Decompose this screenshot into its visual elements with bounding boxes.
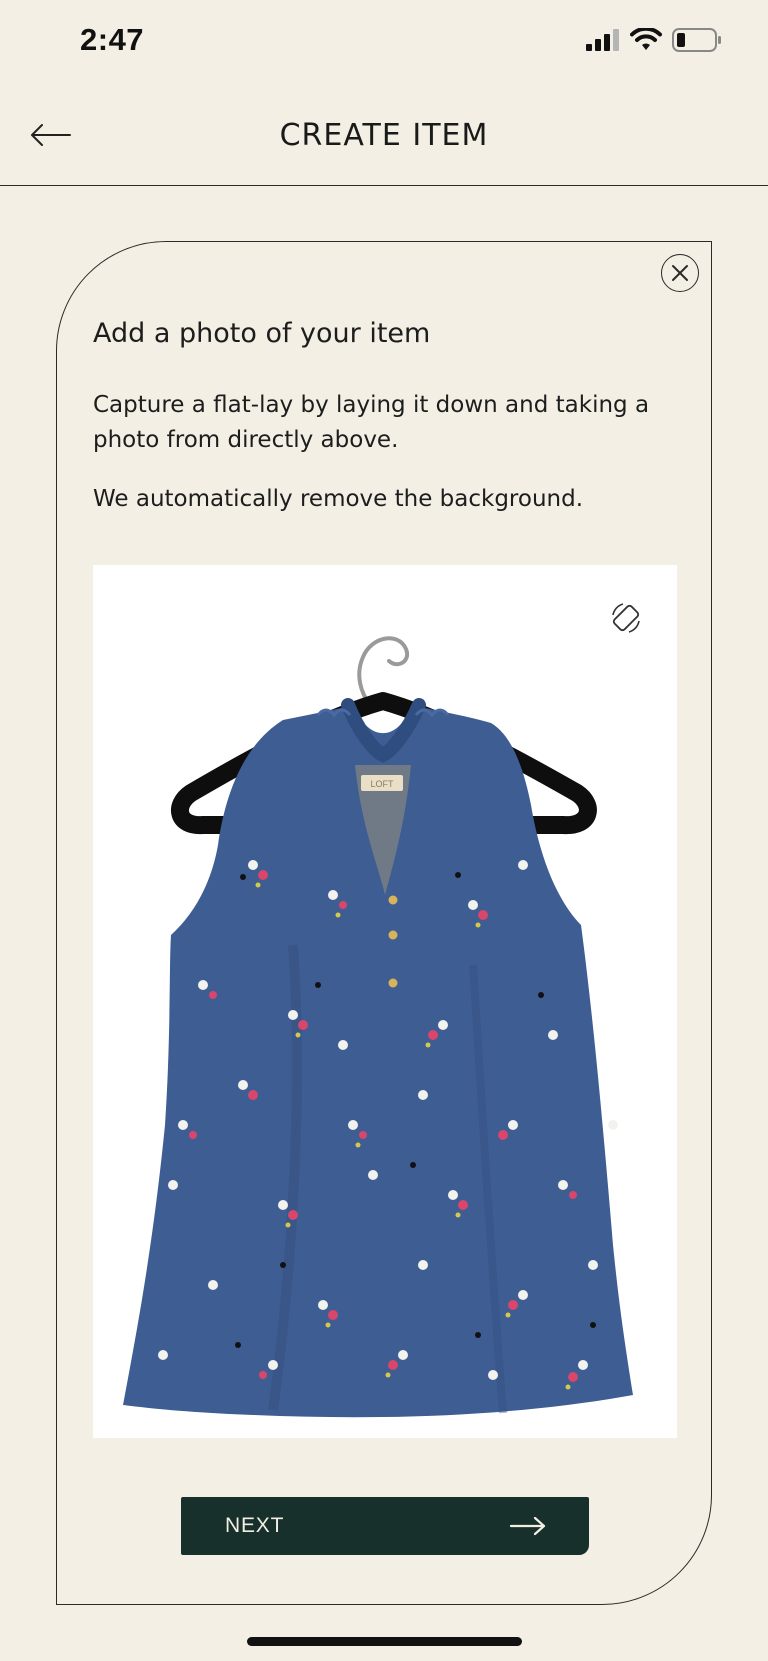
home-indicator[interactable] (247, 1637, 522, 1646)
card-heading: Add a photo of your item (93, 318, 431, 349)
screen: 2:47 CREATE ITEM Add a photo of your ite… (0, 0, 768, 1661)
garment-image: LOFT (123, 636, 633, 1418)
wifi-icon (630, 28, 662, 50)
header: CREATE ITEM (0, 90, 768, 186)
page-title: CREATE ITEM (279, 118, 489, 153)
status-time: 2:47 (80, 22, 145, 57)
close-icon (672, 265, 688, 281)
rotate-device-icon (612, 603, 640, 633)
battery-icon (672, 28, 721, 52)
signal-icon (586, 29, 619, 51)
rotate-button[interactable] (607, 599, 645, 637)
close-button[interactable] (661, 254, 699, 292)
add-photo-card: Add a photo of your item Capture a flat-… (56, 241, 712, 1605)
status-icons (586, 28, 722, 52)
arrow-right-icon (509, 1516, 546, 1536)
card-note: We automatically remove the background. (93, 486, 584, 512)
item-photo[interactable]: LOFT (93, 565, 677, 1438)
next-button-label: NEXT (225, 1514, 285, 1537)
card-description: Capture a flat-lay by laying it down and… (93, 392, 650, 453)
next-button[interactable]: NEXT (181, 1497, 589, 1555)
brand-label: LOFT (370, 779, 394, 789)
